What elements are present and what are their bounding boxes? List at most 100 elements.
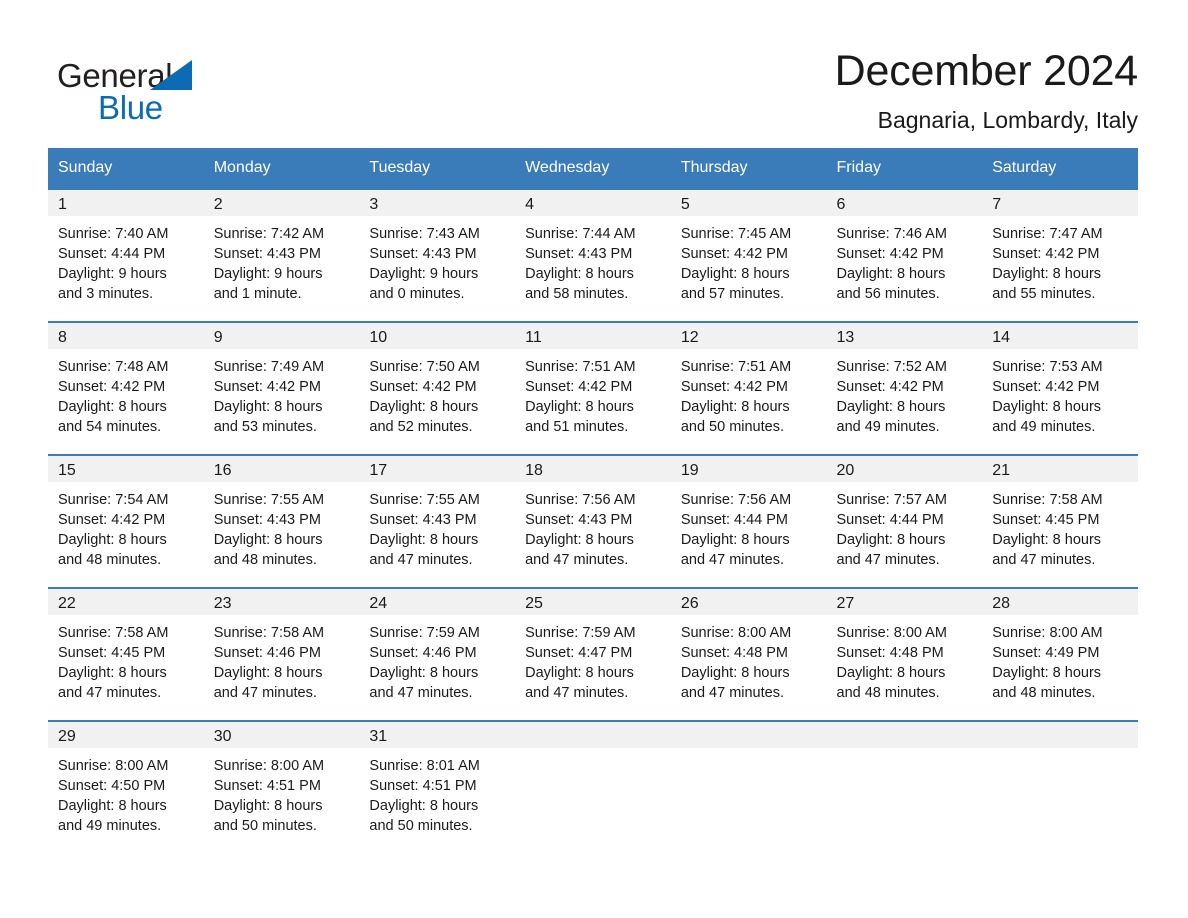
daylight-text-line2: and 47 minutes. xyxy=(836,552,940,568)
daylight-text-line1: Daylight: 8 hours xyxy=(525,266,634,282)
sunrise-text: Sunrise: 7:47 AM xyxy=(992,226,1103,242)
day-cell[interactable]: 5 Sunrise: 7:45 AM Sunset: 4:42 PM Dayli… xyxy=(670,188,827,321)
day-number: 25 xyxy=(515,589,671,615)
sunrise-text: Sunrise: 7:55 AM xyxy=(213,492,325,508)
day-number: 20 xyxy=(826,456,983,482)
sunset-text: Sunset: 4:43 PM xyxy=(369,512,477,528)
day-info: Sunrise: 8:00 AM Sunset: 4:49 PM Dayligh… xyxy=(982,615,1138,703)
day-cell[interactable]: 21 Sunrise: 7:58 AM Sunset: 4:45 PM Dayl… xyxy=(982,454,1138,587)
day-number: 29 xyxy=(48,722,204,748)
sunrise-text: Sunrise: 7:56 AM xyxy=(525,492,636,508)
daylight-text-line1: Daylight: 8 hours xyxy=(213,665,323,681)
weekday-header-thursday: Thursday xyxy=(670,148,827,188)
sunset-text: Sunset: 4:51 PM xyxy=(369,778,477,794)
day-cell[interactable]: 14 Sunrise: 7:53 AM Sunset: 4:42 PM Dayl… xyxy=(982,321,1138,454)
day-cell[interactable]: 18 Sunrise: 7:56 AM Sunset: 4:43 PM Dayl… xyxy=(515,454,671,587)
daylight-text-line2: and 53 minutes. xyxy=(213,419,317,435)
day-info: Sunrise: 7:56 AM Sunset: 4:43 PM Dayligh… xyxy=(515,482,671,570)
daylight-text-line1: Daylight: 8 hours xyxy=(525,399,634,415)
page-title: December 2024 xyxy=(834,47,1139,95)
day-cell[interactable]: 10 Sunrise: 7:50 AM Sunset: 4:42 PM Dayl… xyxy=(359,321,516,454)
sunrise-text: Sunrise: 7:40 AM xyxy=(58,226,169,242)
day-cell[interactable]: 22 Sunrise: 7:58 AM Sunset: 4:45 PM Dayl… xyxy=(48,587,204,720)
day-cell[interactable]: 30 Sunrise: 8:00 AM Sunset: 4:51 PM Dayl… xyxy=(203,720,360,853)
day-cell[interactable]: 8 Sunrise: 7:48 AM Sunset: 4:42 PM Dayli… xyxy=(48,321,204,454)
day-number: 7 xyxy=(982,190,1138,216)
sunset-text: Sunset: 4:45 PM xyxy=(58,645,166,661)
day-number: 24 xyxy=(359,589,516,615)
day-cell[interactable]: 9 Sunrise: 7:49 AM Sunset: 4:42 PM Dayli… xyxy=(203,321,360,454)
daylight-text-line2: and 47 minutes. xyxy=(58,685,162,701)
day-info: Sunrise: 7:59 AM Sunset: 4:47 PM Dayligh… xyxy=(515,615,671,703)
page-header: General Blue December 2024 Bagnaria, Lom… xyxy=(0,0,1188,148)
day-info: Sunrise: 7:56 AM Sunset: 4:44 PM Dayligh… xyxy=(671,482,827,570)
day-cell[interactable]: 17 Sunrise: 7:55 AM Sunset: 4:43 PM Dayl… xyxy=(359,454,516,587)
day-info: Sunrise: 7:46 AM Sunset: 4:42 PM Dayligh… xyxy=(827,216,983,304)
daylight-text-line2: and 0 minutes. xyxy=(369,286,465,302)
day-cell-empty xyxy=(670,720,827,853)
day-cell[interactable]: 25 Sunrise: 7:59 AM Sunset: 4:47 PM Dayl… xyxy=(515,587,671,720)
day-info: Sunrise: 8:00 AM Sunset: 4:48 PM Dayligh… xyxy=(827,615,983,703)
day-cell[interactable]: 13 Sunrise: 7:52 AM Sunset: 4:42 PM Dayl… xyxy=(826,321,983,454)
weekday-header-wednesday: Wednesday xyxy=(515,148,671,188)
daylight-text-line2: and 50 minutes. xyxy=(213,818,317,834)
day-number: 13 xyxy=(826,323,983,349)
daylight-text-line1: Daylight: 8 hours xyxy=(992,266,1102,282)
day-cell[interactable]: 29 Sunrise: 8:00 AM Sunset: 4:50 PM Dayl… xyxy=(48,720,204,853)
sunrise-text: Sunrise: 7:56 AM xyxy=(680,492,792,508)
day-cell[interactable]: 12 Sunrise: 7:51 AM Sunset: 4:42 PM Dayl… xyxy=(670,321,827,454)
day-cell[interactable]: 27 Sunrise: 8:00 AM Sunset: 4:48 PM Dayl… xyxy=(826,587,983,720)
day-cell[interactable]: 28 Sunrise: 8:00 AM Sunset: 4:49 PM Dayl… xyxy=(982,587,1138,720)
weekday-header-tuesday: Tuesday xyxy=(359,148,516,188)
sunset-text: Sunset: 4:42 PM xyxy=(992,379,1100,395)
day-cell[interactable]: 20 Sunrise: 7:57 AM Sunset: 4:44 PM Dayl… xyxy=(826,454,983,587)
day-number: 17 xyxy=(359,456,516,482)
day-cell[interactable]: 4 Sunrise: 7:44 AM Sunset: 4:43 PM Dayli… xyxy=(515,188,671,321)
sunset-text: Sunset: 4:46 PM xyxy=(213,645,321,661)
day-cell[interactable]: 1 Sunrise: 7:40 AM Sunset: 4:44 PM Dayli… xyxy=(48,188,204,321)
calendar-page: General Blue December 2024 Bagnaria, Lom… xyxy=(0,0,1188,918)
day-cell[interactable]: 11 Sunrise: 7:51 AM Sunset: 4:42 PM Dayl… xyxy=(515,321,671,454)
day-cell[interactable]: 19 Sunrise: 7:56 AM Sunset: 4:44 PM Dayl… xyxy=(670,454,827,587)
sunset-text: Sunset: 4:43 PM xyxy=(213,512,321,528)
weekday-header-saturday: Saturday xyxy=(982,148,1138,188)
sunrise-text: Sunrise: 7:46 AM xyxy=(836,226,947,242)
day-cell-empty xyxy=(515,720,671,853)
sunset-text: Sunset: 4:43 PM xyxy=(369,246,477,262)
day-cell[interactable]: 24 Sunrise: 7:59 AM Sunset: 4:46 PM Dayl… xyxy=(359,587,516,720)
daylight-text-line2: and 49 minutes. xyxy=(58,818,162,834)
day-cell[interactable]: 16 Sunrise: 7:55 AM Sunset: 4:43 PM Dayl… xyxy=(203,454,360,587)
sunset-text: Sunset: 4:48 PM xyxy=(836,645,944,661)
sunrise-text: Sunrise: 8:00 AM xyxy=(836,625,947,641)
sunset-text: Sunset: 4:43 PM xyxy=(525,512,633,528)
day-cell[interactable]: 3 Sunrise: 7:43 AM Sunset: 4:43 PM Dayli… xyxy=(359,188,516,321)
day-info: Sunrise: 7:42 AM Sunset: 4:43 PM Dayligh… xyxy=(204,216,360,304)
daylight-text-line1: Daylight: 8 hours xyxy=(58,665,167,681)
day-info: Sunrise: 8:01 AM Sunset: 4:51 PM Dayligh… xyxy=(359,748,515,836)
daylight-text-line1: Daylight: 8 hours xyxy=(680,399,790,415)
day-cell[interactable]: 26 Sunrise: 8:00 AM Sunset: 4:48 PM Dayl… xyxy=(670,587,827,720)
daylight-text-line1: Daylight: 8 hours xyxy=(836,665,946,681)
day-cell[interactable]: 2 Sunrise: 7:42 AM Sunset: 4:43 PM Dayli… xyxy=(203,188,360,321)
weekday-header-monday: Monday xyxy=(203,148,360,188)
title-block: December 2024 Bagnaria, Lombardy, Italy xyxy=(834,47,1139,133)
day-cell[interactable]: 6 Sunrise: 7:46 AM Sunset: 4:42 PM Dayli… xyxy=(826,188,983,321)
day-info: Sunrise: 7:43 AM Sunset: 4:43 PM Dayligh… xyxy=(359,216,515,304)
sunrise-text: Sunrise: 7:52 AM xyxy=(836,359,947,375)
day-number: 23 xyxy=(203,589,360,615)
daylight-text-line1: Daylight: 8 hours xyxy=(213,798,323,814)
day-cell[interactable]: 23 Sunrise: 7:58 AM Sunset: 4:46 PM Dayl… xyxy=(203,587,360,720)
day-number: 27 xyxy=(826,589,983,615)
daylight-text-line2: and 51 minutes. xyxy=(525,419,629,435)
sunrise-text: Sunrise: 8:01 AM xyxy=(369,758,480,774)
day-cell[interactable]: 31 Sunrise: 8:01 AM Sunset: 4:51 PM Dayl… xyxy=(359,720,516,853)
day-info: Sunrise: 8:00 AM Sunset: 4:48 PM Dayligh… xyxy=(671,615,827,703)
day-cell[interactable]: 7 Sunrise: 7:47 AM Sunset: 4:42 PM Dayli… xyxy=(982,188,1138,321)
sunrise-text: Sunrise: 7:42 AM xyxy=(213,226,325,242)
day-cell[interactable]: 15 Sunrise: 7:54 AM Sunset: 4:42 PM Dayl… xyxy=(48,454,204,587)
daylight-text-line2: and 48 minutes. xyxy=(836,685,940,701)
day-number: 12 xyxy=(670,323,827,349)
daylight-text-line1: Daylight: 8 hours xyxy=(369,532,479,548)
sunrise-text: Sunrise: 7:57 AM xyxy=(836,492,947,508)
day-info: Sunrise: 7:40 AM Sunset: 4:44 PM Dayligh… xyxy=(48,216,204,304)
